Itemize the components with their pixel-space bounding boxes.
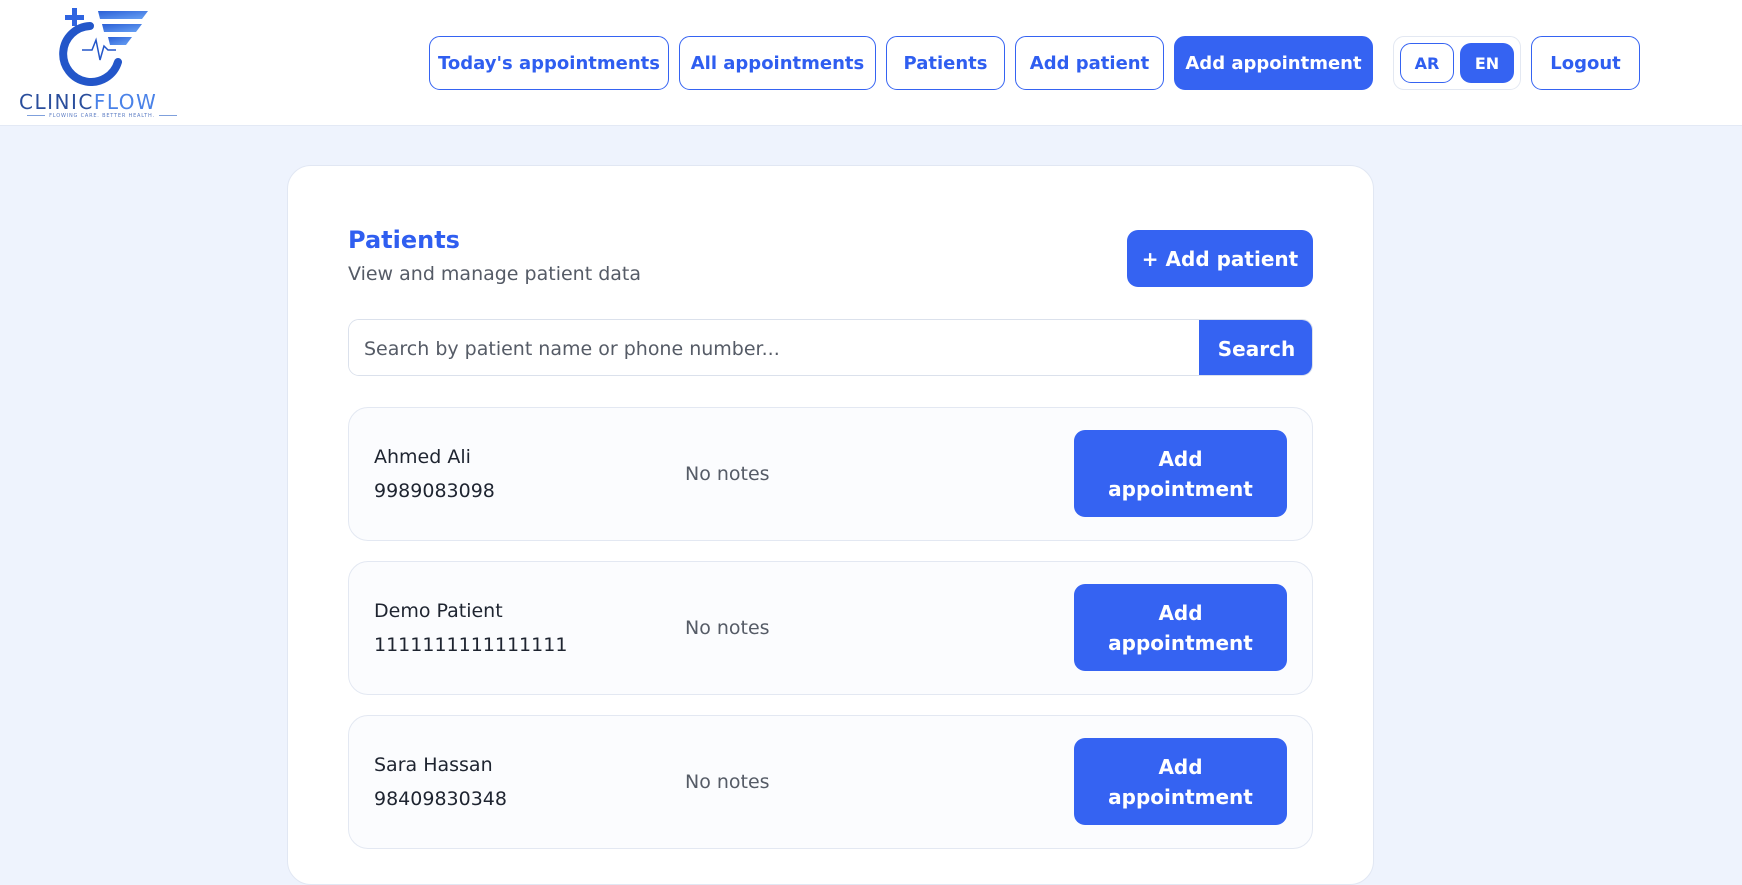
patient-phone: 1111111111111111 — [374, 634, 568, 656]
patient-notes: No notes — [685, 771, 770, 793]
lang-en-button[interactable]: EN — [1460, 43, 1514, 83]
patient-notes: No notes — [685, 617, 770, 639]
page-subtitle: View and manage patient data — [348, 263, 641, 285]
search-input[interactable] — [349, 320, 1199, 375]
nav-all-appointments-button[interactable]: All appointments — [679, 36, 876, 90]
logout-button[interactable]: Logout — [1531, 36, 1640, 90]
patient-row: Demo Patient 1111111111111111 No notes A… — [348, 561, 1313, 695]
patient-row: Sara Hassan 98409830348 No notes Add app… — [348, 715, 1313, 849]
patient-name: Demo Patient — [374, 600, 503, 622]
nav-add-appointment-button[interactable]: Add appointment — [1174, 36, 1373, 90]
add-appointment-button[interactable]: Add appointment — [1074, 584, 1287, 671]
logo-word-clinic: CLINIC — [19, 90, 94, 114]
patient-phone: 9989083098 — [374, 480, 495, 502]
language-switcher: AR EN — [1393, 36, 1521, 90]
patient-phone: 98409830348 — [374, 788, 507, 810]
logo-tagline: FLOWING CARE. BETTER HEALTH. — [22, 113, 182, 119]
page-title: Patients — [348, 226, 460, 254]
lang-ar-button[interactable]: AR — [1400, 43, 1454, 83]
search-bar: Search — [348, 319, 1313, 376]
logo-wordmark: CLINICFLOW — [19, 90, 157, 114]
nav-todays-appointments-button[interactable]: Today's appointments — [429, 36, 669, 90]
add-appointment-button[interactable]: Add appointment — [1074, 738, 1287, 825]
logo-mark-icon — [59, 8, 148, 86]
patients-card: Patients View and manage patient data + … — [287, 165, 1374, 885]
nav-patients-button[interactable]: Patients — [886, 36, 1005, 90]
search-button[interactable]: Search — [1199, 320, 1312, 375]
top-navbar: CLINICFLOW FLOWING CARE. BETTER HEALTH. … — [0, 0, 1742, 126]
logo-word-flow: FLOW — [93, 90, 158, 114]
patient-name: Sara Hassan — [374, 754, 493, 776]
patient-notes: No notes — [685, 463, 770, 485]
patient-name: Ahmed Ali — [374, 446, 471, 468]
clinicflow-logo[interactable]: CLINICFLOW FLOWING CARE. BETTER HEALTH. — [16, 6, 181, 121]
add-patient-button[interactable]: + Add patient — [1127, 230, 1313, 287]
nav-add-patient-button[interactable]: Add patient — [1015, 36, 1164, 90]
add-appointment-button[interactable]: Add appointment — [1074, 430, 1287, 517]
patient-row: Ahmed Ali 9989083098 No notes Add appoin… — [348, 407, 1313, 541]
